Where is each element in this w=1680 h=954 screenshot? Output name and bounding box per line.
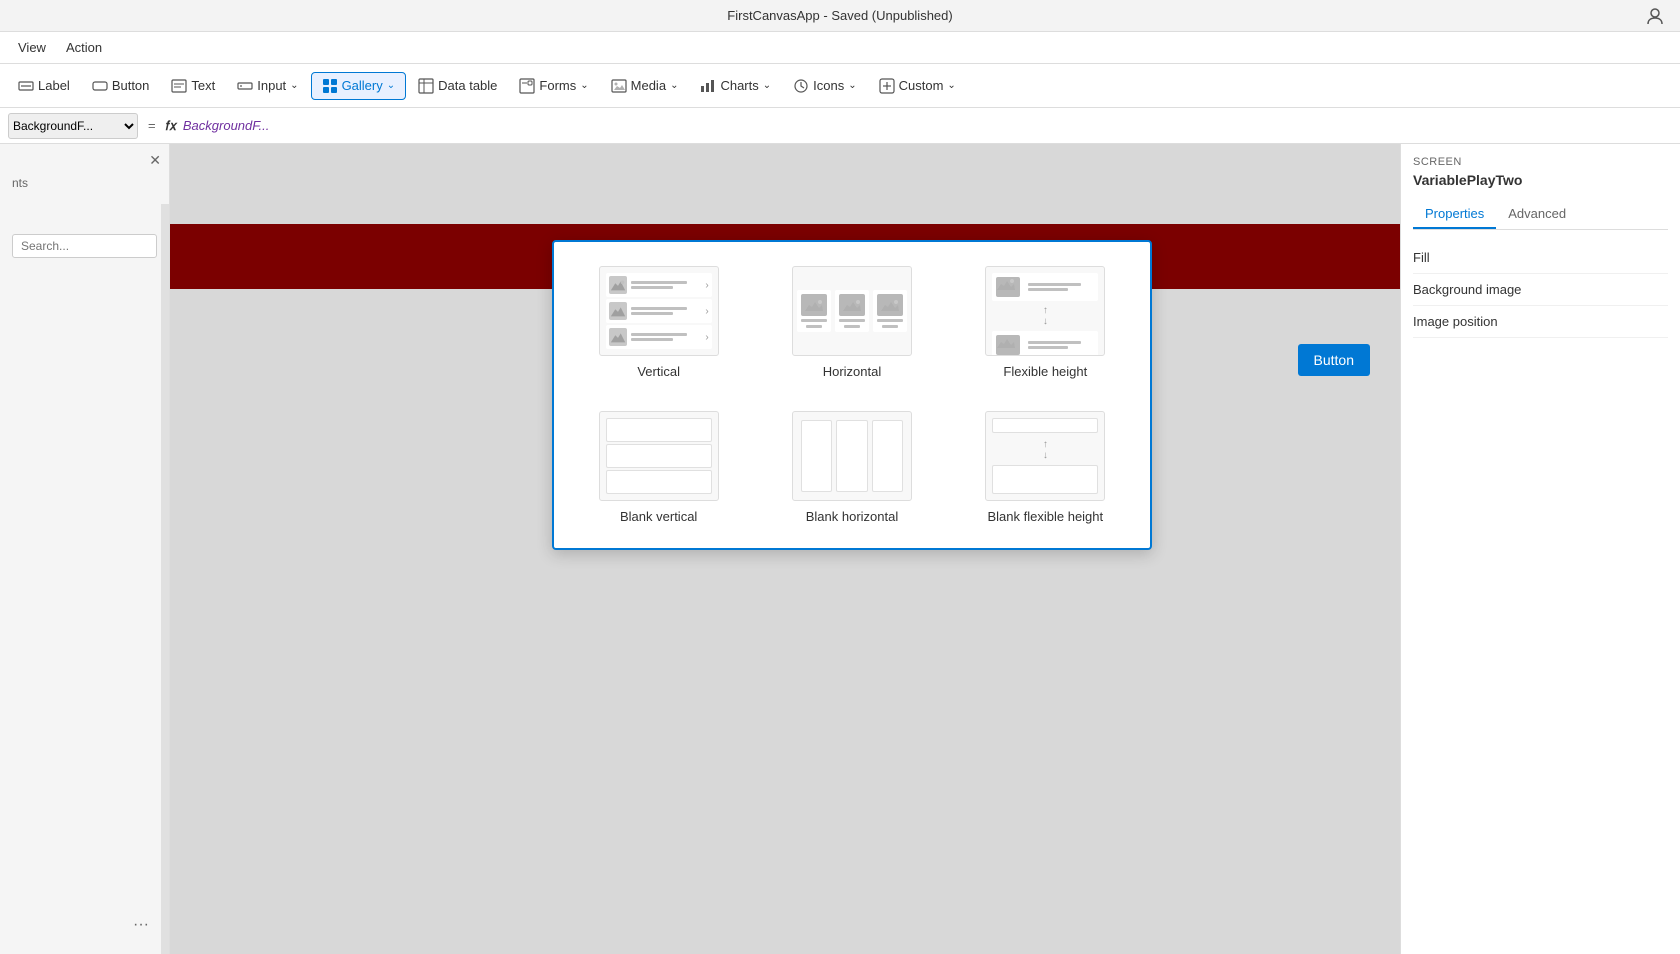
icons-button[interactable]: Icons ⌄ xyxy=(783,73,866,99)
custom-button[interactable]: Custom ⌄ xyxy=(869,73,966,99)
gallery-item-horizontal-label: Horizontal xyxy=(823,364,882,379)
datatable-button[interactable]: Data table xyxy=(408,73,507,99)
right-panel-screen-label: SCREEN xyxy=(1413,156,1668,168)
icons-chevron-icon: ⌄ xyxy=(848,80,856,91)
gallery-item-flexible-label: Flexible height xyxy=(1003,364,1087,379)
formula-fx-icon: 𝑓𝑥 xyxy=(166,118,177,134)
gallery-item-vertical[interactable]: › › xyxy=(570,258,747,387)
datatable-btn-text: Data table xyxy=(438,78,497,93)
gallery-preview-flexible-height: ↑↓ xyxy=(985,266,1105,356)
header-icons xyxy=(1646,7,1664,25)
gallery-item-blank-vertical[interactable]: Blank vertical xyxy=(570,403,747,532)
forms-icon xyxy=(519,78,535,94)
right-panel-screen-name: VariablePlayTwo xyxy=(1413,172,1668,188)
property-selector[interactable]: BackgroundF... xyxy=(8,113,138,139)
gallery-button[interactable]: Gallery ⌄ xyxy=(311,72,407,100)
gallery-item-blank-flexible-label: Blank flexible height xyxy=(988,509,1104,524)
prop-background-image[interactable]: Background image xyxy=(1413,274,1668,306)
toolbar: Label Button Text Input ⌄ Gallery ⌄ Data… xyxy=(0,64,1680,108)
nav-view[interactable]: View xyxy=(8,36,56,59)
canvas-area: Button xyxy=(170,144,1400,954)
gallery-chevron-icon: ⌄ xyxy=(387,80,395,91)
left-panel: ✕ nts ··· xyxy=(0,144,170,954)
right-panel-tabs: Properties Advanced xyxy=(1413,200,1668,230)
left-panel-scrollbar[interactable] xyxy=(161,204,169,954)
label-icon xyxy=(18,78,34,94)
button-button[interactable]: Button xyxy=(82,73,160,99)
label-button[interactable]: Label xyxy=(8,73,80,99)
gallery-item-vertical-label: Vertical xyxy=(637,364,680,379)
user-icon[interactable] xyxy=(1646,7,1664,25)
prop-image-position[interactable]: Image position xyxy=(1413,306,1668,338)
media-button[interactable]: Media ⌄ xyxy=(601,73,689,99)
left-panel-search[interactable] xyxy=(12,234,157,258)
app-header: FirstCanvasApp - Saved (Unpublished) xyxy=(0,0,1680,32)
media-btn-text: Media xyxy=(631,78,666,93)
text-btn-text: Text xyxy=(191,78,215,93)
nav-action[interactable]: Action xyxy=(56,36,112,59)
gallery-preview-blank-vertical xyxy=(599,411,719,501)
gallery-preview-blank-flexible-height: ↑↓ xyxy=(985,411,1105,501)
formula-value: BackgroundF... xyxy=(183,118,269,133)
gallery-item-flexible-height[interactable]: ↑↓ xyxy=(957,258,1134,387)
charts-btn-text: Charts xyxy=(720,78,758,93)
gallery-item-blank-horizontal-label: Blank horizontal xyxy=(806,509,899,524)
label-btn-text: Label xyxy=(38,78,70,93)
custom-btn-text: Custom xyxy=(899,78,944,93)
text-button[interactable]: Text xyxy=(161,73,225,99)
forms-chevron-icon: ⌄ xyxy=(580,80,588,91)
gallery-grid: › › xyxy=(570,258,1134,532)
media-chevron-icon: ⌄ xyxy=(670,80,678,91)
tab-advanced[interactable]: Advanced xyxy=(1496,200,1578,229)
gallery-preview-vertical: › › xyxy=(599,266,719,356)
canvas-button-elem[interactable]: Button xyxy=(1298,344,1370,376)
prop-fill[interactable]: Fill xyxy=(1413,242,1668,274)
app-title: FirstCanvasApp - Saved (Unpublished) xyxy=(727,8,952,23)
input-chevron-icon: ⌄ xyxy=(290,80,298,91)
gallery-preview-horizontal xyxy=(792,266,912,356)
main-layout: ✕ nts ··· Button xyxy=(0,144,1680,954)
input-btn-text: Input xyxy=(257,78,286,93)
datatable-icon xyxy=(418,78,434,94)
custom-icon xyxy=(879,78,895,94)
gallery-btn-text: Gallery xyxy=(342,78,383,93)
forms-btn-text: Forms xyxy=(539,78,576,93)
formula-eq-icon: = xyxy=(144,118,160,133)
media-icon xyxy=(611,78,627,94)
formula-bar: BackgroundF... = 𝑓𝑥 BackgroundF... xyxy=(0,108,1680,144)
left-panel-more[interactable]: ··· xyxy=(133,916,149,934)
custom-chevron-icon: ⌄ xyxy=(947,80,955,91)
button-icon xyxy=(92,78,108,94)
charts-icon xyxy=(700,78,716,94)
input-icon xyxy=(237,78,253,94)
text-icon xyxy=(171,78,187,94)
tab-properties[interactable]: Properties xyxy=(1413,200,1496,229)
gallery-item-blank-flexible-height[interactable]: ↑↓ Blank flexible height xyxy=(957,403,1134,532)
gallery-preview-blank-horizontal xyxy=(792,411,912,501)
close-icon[interactable]: ✕ xyxy=(149,152,161,169)
charts-chevron-icon: ⌄ xyxy=(763,80,771,91)
top-bar: View Action xyxy=(0,32,1680,64)
icons-icon xyxy=(793,78,809,94)
gallery-item-blank-vertical-label: Blank vertical xyxy=(620,509,697,524)
button-btn-text: Button xyxy=(112,78,150,93)
gallery-dropdown: › › xyxy=(552,240,1152,550)
input-button[interactable]: Input ⌄ xyxy=(227,73,308,99)
forms-button[interactable]: Forms ⌄ xyxy=(509,73,598,99)
charts-button[interactable]: Charts ⌄ xyxy=(690,73,781,99)
icons-btn-text: Icons xyxy=(813,78,844,93)
gallery-item-blank-horizontal[interactable]: Blank horizontal xyxy=(763,403,940,532)
right-panel: SCREEN VariablePlayTwo Properties Advanc… xyxy=(1400,144,1680,954)
left-panel-title: nts xyxy=(0,144,169,198)
gallery-icon xyxy=(322,78,338,94)
gallery-item-horizontal[interactable]: Horizontal xyxy=(763,258,940,387)
